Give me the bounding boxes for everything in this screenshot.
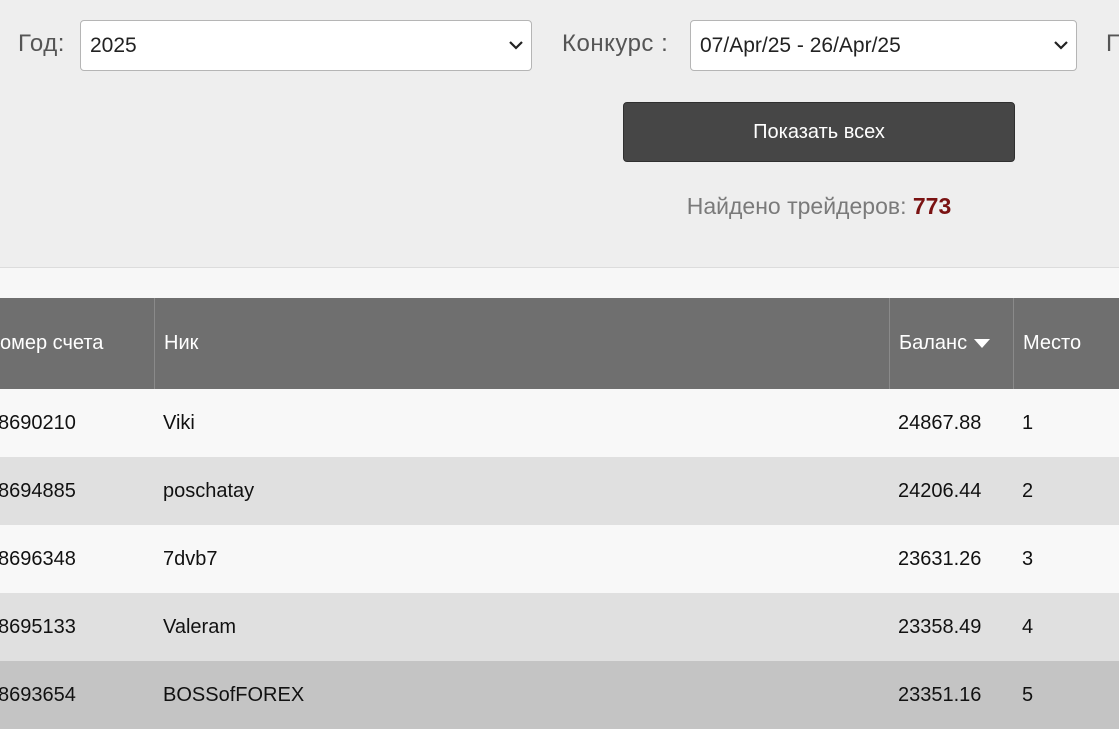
cell-account: 8693654 xyxy=(0,684,76,706)
cell-place: 2 xyxy=(1022,480,1034,502)
cell-nick: poschatay xyxy=(163,480,255,502)
cell-nick: 7dvb7 xyxy=(163,548,218,570)
cell-place: 4 xyxy=(1022,616,1034,638)
column-header-balance-label: Баланс xyxy=(899,332,968,354)
table-header: омер счета Ник Баланс Место xyxy=(0,298,1119,389)
cell-balance: 23351.16 xyxy=(898,684,982,706)
cell-nick: Viki xyxy=(163,412,195,434)
column-header-balance[interactable]: Баланс xyxy=(889,298,1014,389)
cell-balance: 23358.49 xyxy=(898,616,982,638)
contest-select[interactable]: 07/Apr/25 - 26/Apr/25 xyxy=(690,20,1077,71)
chevron-down-icon xyxy=(509,41,523,50)
table-row[interactable]: 8690210 Viki 24867.88 1 xyxy=(0,389,1119,457)
column-header-nick[interactable]: Ник xyxy=(154,298,890,389)
table-row[interactable]: 8695133 Valeram 23358.49 4 xyxy=(0,593,1119,661)
cell-place: 3 xyxy=(1022,548,1034,570)
caret-down-icon xyxy=(974,339,991,348)
cell-account: 8694885 xyxy=(0,480,76,502)
chevron-down-icon xyxy=(1054,41,1068,50)
traders-found-count: 773 xyxy=(912,193,952,219)
contest-label: Конкурс : xyxy=(562,30,669,57)
show-all-button[interactable]: Показать всех xyxy=(623,102,1015,162)
table-row[interactable]: 8693654 BOSSofFOREX 23351.16 5 xyxy=(0,661,1119,729)
cell-account: 8695133 xyxy=(0,616,76,638)
cell-balance: 24206.44 xyxy=(898,480,982,502)
traders-found-label: Найдено трейдеров: xyxy=(686,193,907,219)
year-select[interactable]: 2025 xyxy=(80,20,532,71)
next-filter-label: П xyxy=(1106,30,1119,57)
contest-select-value: 07/Apr/25 - 26/Apr/25 xyxy=(700,34,901,57)
cell-account: 8696348 xyxy=(0,548,76,570)
cell-account: 8690210 xyxy=(0,412,76,434)
year-label: Год: xyxy=(18,30,65,57)
cell-place: 5 xyxy=(1022,684,1034,706)
cell-balance: 23631.26 xyxy=(898,548,982,570)
cell-balance: 24867.88 xyxy=(898,412,982,434)
cell-nick: BOSSofFOREX xyxy=(163,684,305,706)
column-header-account-label: омер счета xyxy=(0,332,104,354)
table-row[interactable]: 8696348 7dvb7 23631.26 3 xyxy=(0,525,1119,593)
year-select-value: 2025 xyxy=(90,34,137,57)
cell-place: 1 xyxy=(1022,412,1034,434)
cell-nick: Valeram xyxy=(163,616,236,638)
filter-panel: Год: 2025 Конкурс : 07/Apr/25 - 26/Apr/2… xyxy=(0,0,1119,268)
column-header-place-label: Место xyxy=(1023,332,1082,354)
column-header-place[interactable]: Место xyxy=(1013,298,1119,389)
column-header-nick-label: Ник xyxy=(164,332,199,354)
table-row[interactable]: 8694885 poschatay 24206.44 2 xyxy=(0,457,1119,525)
column-header-account[interactable]: омер счета xyxy=(0,298,155,389)
traders-found: Найдено трейдеров: 773 xyxy=(623,193,1015,220)
